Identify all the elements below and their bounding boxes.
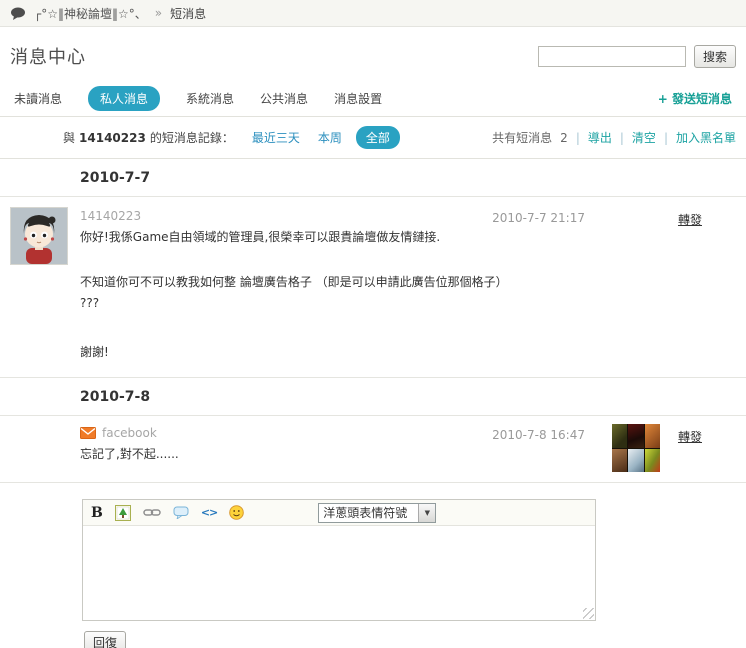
filter-label-suffix: 的短消息記錄： — [150, 129, 234, 146]
date-label: 2010-7-7 — [80, 170, 150, 186]
reply-editor: B <> — [82, 499, 596, 621]
filter-label-prefix: 與 — [63, 129, 75, 146]
clear-link[interactable]: 清空 — [632, 129, 656, 146]
search-button[interactable]: 搜索 — [694, 45, 736, 68]
message-text: 不知道你可不可以教我如何整 論壇廣告格子 （即是可以申請此廣告位那個格子） — [80, 273, 702, 291]
message-time: 2010-7-7 21:17 — [492, 211, 585, 225]
forward-link[interactable]: 轉發 — [678, 428, 702, 445]
search-area: 搜索 — [538, 45, 736, 68]
date-group-header: 2010-7-7 — [0, 159, 746, 197]
tab-public[interactable]: 公共消息 — [260, 90, 308, 107]
export-link[interactable]: 導出 — [588, 129, 612, 146]
message-row: facebook 2010-7-8 16:47 轉發 忘記了,對不起...... — [0, 416, 746, 483]
message-text: 你好!我係Game自由領域的管理員,很榮幸可以跟貴論壇做友情鏈接. — [80, 228, 702, 246]
separator: | — [664, 131, 668, 145]
filter-range-3days[interactable]: 最近三天 — [252, 129, 300, 146]
sender-name[interactable]: 14140223 — [80, 209, 141, 223]
message-time: 2010-7-8 16:47 — [492, 428, 585, 442]
chevron-down-icon: ▼ — [418, 504, 435, 522]
filter-range-week[interactable]: 本周 — [318, 129, 342, 146]
tab-system[interactable]: 系統消息 — [186, 90, 234, 107]
code-icon[interactable]: <> — [201, 506, 217, 519]
total-label: 共有短消息 — [492, 129, 552, 146]
editor-toolbar: B <> — [83, 500, 595, 526]
forward-link[interactable]: 轉發 — [678, 211, 702, 228]
filter-actions: 共有短消息 2 | 導出 | 清空 | 加入黑名單 — [492, 129, 736, 146]
reply-button[interactable]: 回復 — [84, 631, 126, 648]
link-icon[interactable] — [143, 507, 161, 518]
filter-range-all[interactable]: 全部 — [356, 126, 400, 149]
separator: | — [576, 131, 580, 145]
blacklist-link[interactable]: 加入黑名單 — [676, 129, 736, 146]
message-text: 謝謝! — [80, 343, 702, 361]
smiley-icon[interactable] — [229, 505, 244, 520]
reply-textarea[interactable] — [83, 526, 595, 620]
bold-button[interactable]: B — [91, 505, 103, 521]
message-text: ??? — [80, 294, 702, 312]
total-count: 2 — [560, 131, 568, 145]
image-icon[interactable] — [115, 505, 131, 521]
sender-avatar[interactable] — [612, 424, 660, 472]
filter-bar: 與 14140223 的短消息記錄： 最近三天 本周 全部 共有短消息 2 | … — [0, 117, 746, 159]
tab-private[interactable]: 私人消息 — [88, 86, 160, 111]
tab-settings[interactable]: 消息設置 — [334, 90, 382, 107]
breadcrumb-forum-link[interactable]: ┌°☆‖神秘論壇‖☆°、 — [34, 5, 147, 22]
envelope-icon — [80, 427, 96, 439]
breadcrumb-separator: » — [155, 6, 162, 20]
separator: | — [620, 131, 624, 145]
send-message-link[interactable]: + 發送短消息 — [658, 90, 732, 107]
filter-username: 14140223 — [79, 131, 146, 145]
date-group-header: 2010-7-8 — [0, 378, 746, 416]
page-header: 消息中心 搜索 — [0, 27, 746, 81]
chat-bubble-icon — [10, 7, 26, 20]
breadcrumb: ┌°☆‖神秘論壇‖☆°、 » 短消息 — [0, 0, 746, 27]
emoticon-select-value: 洋蔥頭表情符號 — [319, 504, 418, 521]
tab-unread[interactable]: 未讀消息 — [14, 90, 62, 107]
message-text: 忘記了,對不起...... — [80, 445, 702, 463]
message-tabs: 未讀消息 私人消息 系統消息 公共消息 消息設置 + 發送短消息 — [0, 81, 746, 117]
emoticon-select[interactable]: 洋蔥頭表情符號 ▼ — [318, 503, 436, 523]
breadcrumb-current-page: 短消息 — [170, 5, 206, 22]
search-input[interactable] — [538, 46, 686, 67]
sender-avatar[interactable] — [10, 207, 68, 265]
quote-icon[interactable] — [173, 506, 189, 519]
page-title: 消息中心 — [10, 43, 86, 69]
date-label: 2010-7-8 — [80, 389, 150, 405]
message-row: 14140223 2010-7-7 21:17 轉發 你好!我係Game自由領域… — [0, 197, 746, 378]
sender-name[interactable]: facebook — [102, 426, 157, 440]
